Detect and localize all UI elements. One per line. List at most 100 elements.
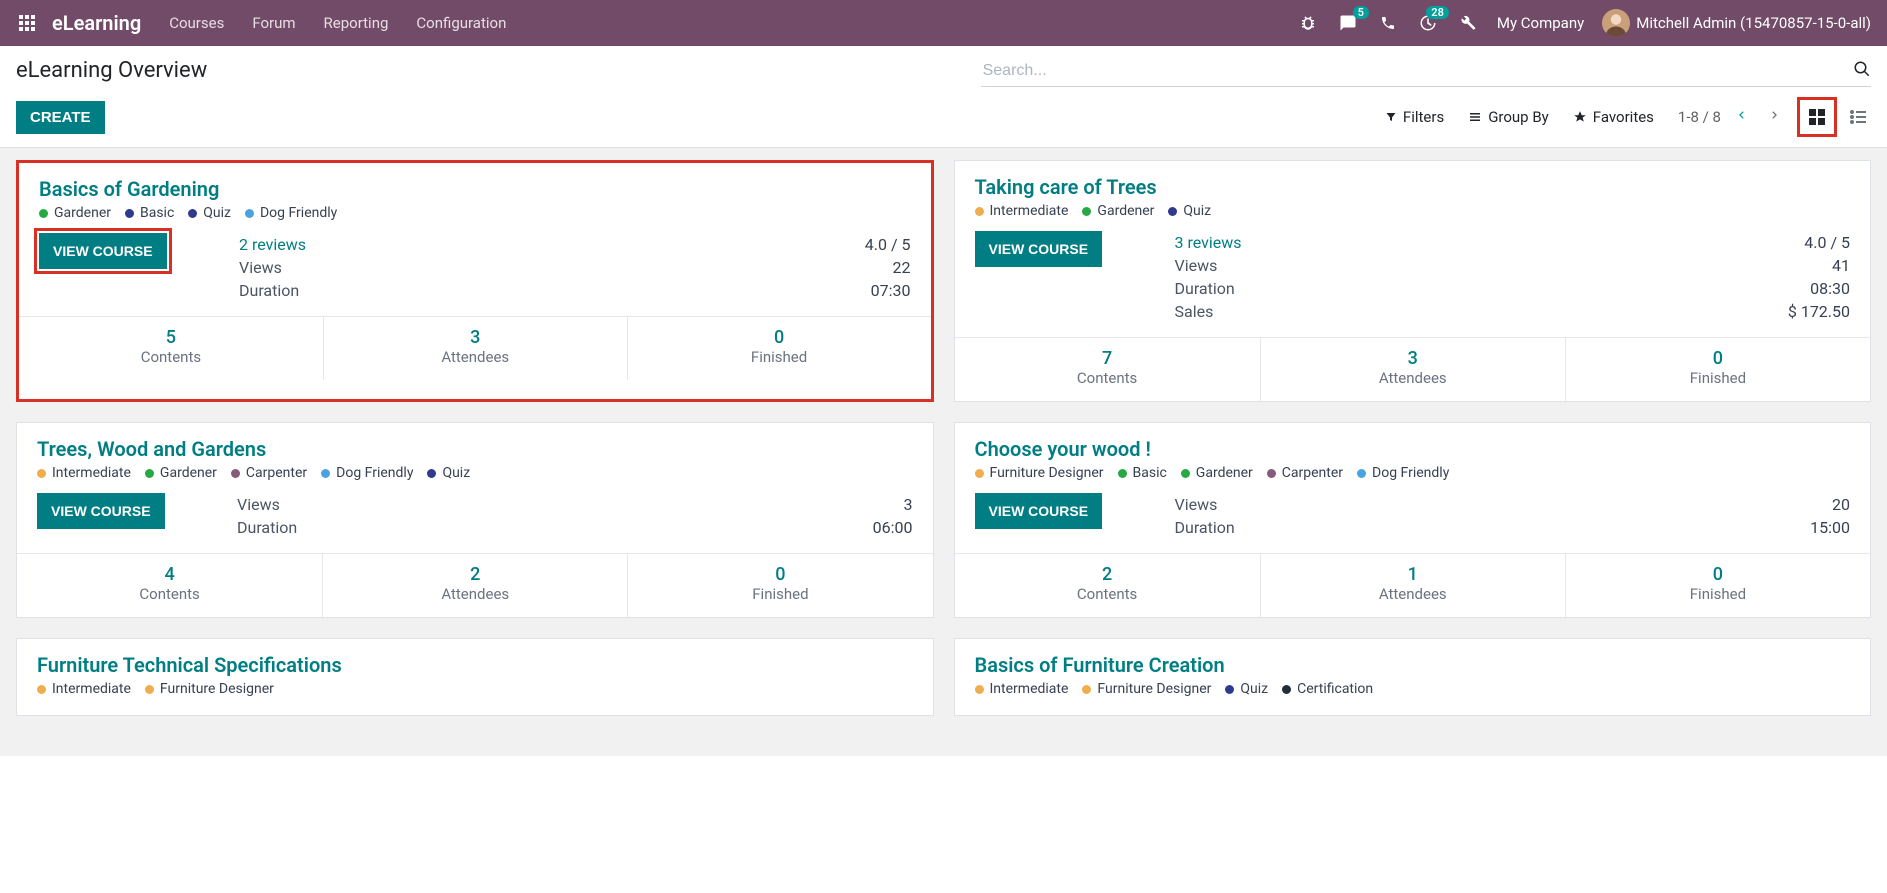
tag-dot-icon xyxy=(1357,469,1366,478)
tag-dot-icon xyxy=(1225,685,1234,694)
tag-label: Furniture Designer xyxy=(990,465,1104,481)
finished-stat[interactable]: 0Finished xyxy=(627,554,932,617)
finished-label: Finished xyxy=(1566,585,1870,603)
tag: Certification xyxy=(1282,681,1373,697)
finished-stat[interactable]: 0Finished xyxy=(627,317,931,380)
tag-label: Gardener xyxy=(1097,203,1154,219)
attendees-count: 3 xyxy=(1261,348,1565,369)
finished-count: 0 xyxy=(628,327,931,348)
attendees-label: Attendees xyxy=(1261,585,1565,603)
tools-icon[interactable] xyxy=(1457,12,1479,34)
tag-dot-icon xyxy=(427,469,436,478)
search-input[interactable] xyxy=(981,58,1871,86)
nav-courses[interactable]: Courses xyxy=(169,14,224,32)
nav-reporting[interactable]: Reporting xyxy=(324,14,389,32)
page-title: eLearning Overview xyxy=(16,58,207,83)
contents-label: Contents xyxy=(19,348,323,366)
brand[interactable]: eLearning xyxy=(52,11,141,35)
tag-label: Intermediate xyxy=(990,681,1069,697)
course-card[interactable]: Choose your wood ! Furniture Designer Basi… xyxy=(954,422,1872,618)
tag-label: Basic xyxy=(1133,465,1167,481)
attendees-stat[interactable]: 1Attendees xyxy=(1260,554,1565,617)
reviews-link[interactable]: 3 reviews xyxy=(1175,233,1242,252)
course-card[interactable]: Basics of GardeningGardenerBasicQuizDog … xyxy=(16,160,934,402)
tag: Intermediate xyxy=(975,681,1069,697)
course-title[interactable]: Trees, Wood and Gardens xyxy=(37,437,913,461)
course-card[interactable]: Furniture Technical SpecificationsInterm… xyxy=(16,638,934,716)
kanban-view-button[interactable] xyxy=(1797,97,1837,137)
groupby-button[interactable]: Group By xyxy=(1468,108,1549,126)
tag-label: Quiz xyxy=(442,465,470,481)
view-course-button[interactable]: VIEW COURSE xyxy=(975,231,1103,267)
contents-stat[interactable]: 7Contents xyxy=(955,338,1260,401)
views-value: 41 xyxy=(1832,256,1850,275)
duration-value: 07:30 xyxy=(871,281,911,300)
pager-next[interactable] xyxy=(1763,108,1785,126)
tag: Dog Friendly xyxy=(1357,465,1449,481)
course-stats: 2 reviews4.0 / 5Views22Duration07:30 xyxy=(239,233,911,302)
apps-icon[interactable] xyxy=(16,12,38,34)
filters-button[interactable]: Filters xyxy=(1385,108,1444,126)
search-icon[interactable] xyxy=(1853,60,1871,82)
course-title[interactable]: Taking care of Trees xyxy=(975,175,1851,199)
nav-forum[interactable]: Forum xyxy=(252,14,295,32)
tag-label: Quiz xyxy=(203,205,231,221)
tag-label: Dog Friendly xyxy=(1372,465,1449,481)
tag-label: Gardener xyxy=(160,465,217,481)
attendees-stat[interactable]: 3Attendees xyxy=(323,317,627,380)
tag-label: Certification xyxy=(1297,681,1373,697)
course-stats: 3 reviews4.0 / 5Views41Duration08:30Sale… xyxy=(1175,231,1851,323)
avatar xyxy=(1602,9,1630,37)
sales-label: Sales xyxy=(1175,302,1214,321)
tag-label: Quiz xyxy=(1183,203,1211,219)
tag-label: Dog Friendly xyxy=(260,205,337,221)
contents-stat[interactable]: 5Contents xyxy=(19,317,323,380)
course-title[interactable]: Basics of Gardening xyxy=(39,177,911,201)
duration-label: Duration xyxy=(237,518,297,537)
tag: Intermediate xyxy=(975,203,1069,219)
course-card[interactable]: Taking care of Trees Intermediate Gardener… xyxy=(954,160,1872,402)
finished-count: 0 xyxy=(1566,564,1870,585)
finished-label: Finished xyxy=(628,348,931,366)
tag-dot-icon xyxy=(1118,469,1127,478)
course-title[interactable]: Furniture Technical Specifications xyxy=(37,653,913,677)
tag-label: Carpenter xyxy=(1282,465,1343,481)
attendees-stat[interactable]: 3Attendees xyxy=(1260,338,1565,401)
user-menu[interactable]: Mitchell Admin (15470857-15-0-all) xyxy=(1602,9,1871,37)
course-card[interactable]: Trees, Wood and Gardens Intermediate Garde… xyxy=(16,422,934,618)
tag-dot-icon xyxy=(975,207,984,216)
views-value: 3 xyxy=(904,495,913,514)
company-selector[interactable]: My Company xyxy=(1497,14,1584,32)
activities-icon[interactable]: 28 xyxy=(1417,12,1439,34)
finished-stat[interactable]: 0Finished xyxy=(1565,554,1870,617)
messages-icon[interactable]: 5 xyxy=(1337,12,1359,34)
course-title[interactable]: Basics of Furniture Creation xyxy=(975,653,1851,677)
course-card[interactable]: Basics of Furniture Creation Intermediate… xyxy=(954,638,1872,716)
course-title[interactable]: Choose your wood ! xyxy=(975,437,1851,461)
favorites-button[interactable]: Favorites xyxy=(1573,108,1654,126)
phone-icon[interactable] xyxy=(1377,12,1399,34)
debug-icon[interactable] xyxy=(1297,12,1319,34)
tag-label: Intermediate xyxy=(52,465,131,481)
tag: Gardener xyxy=(1082,203,1154,219)
duration-label: Duration xyxy=(1175,518,1235,537)
tag: Dog Friendly xyxy=(245,205,337,221)
course-tags: GardenerBasicQuizDog Friendly xyxy=(39,205,911,221)
nav-configuration[interactable]: Configuration xyxy=(416,14,506,32)
list-view-button[interactable] xyxy=(1845,104,1871,130)
create-button[interactable]: CREATE xyxy=(16,101,105,134)
tag: Carpenter xyxy=(231,465,307,481)
attendees-stat[interactable]: 2Attendees xyxy=(322,554,627,617)
tag-label: Quiz xyxy=(1240,681,1268,697)
view-course-button[interactable]: VIEW COURSE xyxy=(37,493,165,529)
duration-value: 15:00 xyxy=(1810,518,1850,537)
reviews-link[interactable]: 2 reviews xyxy=(239,235,306,254)
views-label: Views xyxy=(237,495,280,514)
view-course-button[interactable]: VIEW COURSE xyxy=(975,493,1103,529)
pager-prev[interactable] xyxy=(1731,108,1753,126)
contents-stat[interactable]: 4Contents xyxy=(17,554,322,617)
finished-stat[interactable]: 0Finished xyxy=(1565,338,1870,401)
tag-dot-icon xyxy=(37,469,46,478)
view-course-button[interactable]: VIEW COURSE xyxy=(39,233,167,269)
contents-stat[interactable]: 2Contents xyxy=(955,554,1260,617)
